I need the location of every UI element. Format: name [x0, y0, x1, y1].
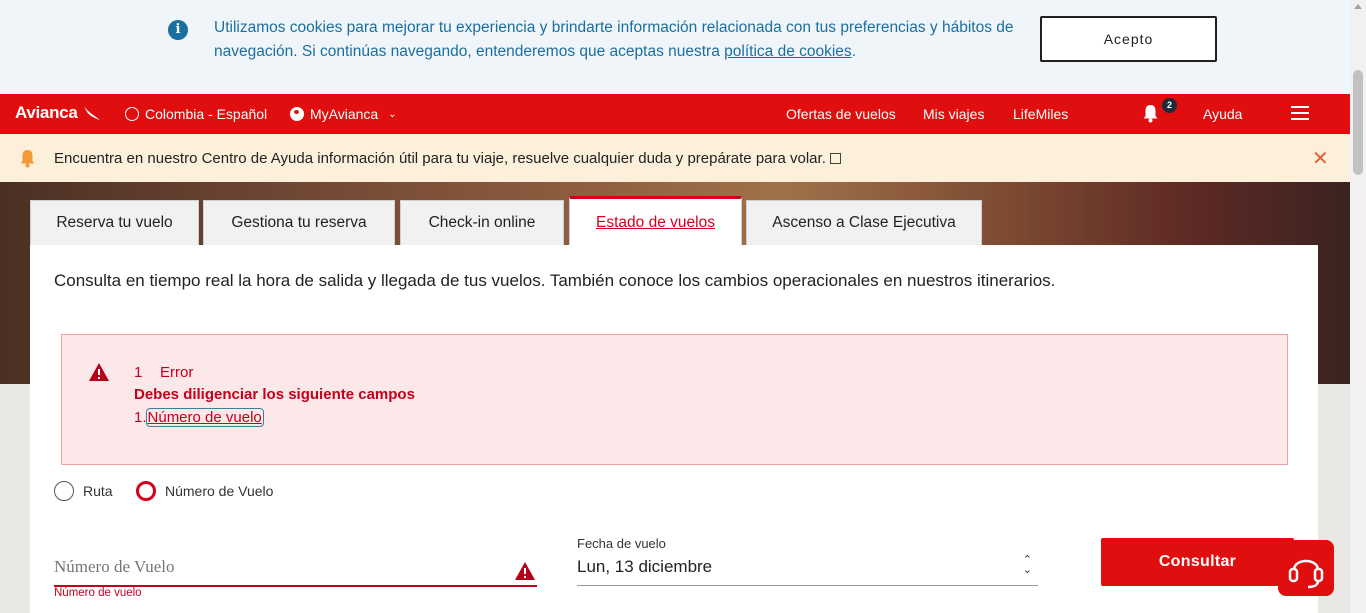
nav-link-lifemiles[interactable]: LifeMiles [1013, 106, 1068, 122]
bell-icon [20, 150, 35, 168]
flight-date-select[interactable]: Lun, 13 diciembre ⌃ ⌄ [577, 554, 1038, 586]
region-label: Colombia - Español [145, 106, 268, 122]
top-nav: Avianca Colombia - Español MyAvianca ⌄ O… [0, 94, 1350, 134]
myavianca-menu[interactable]: MyAvianca ⌄ [290, 106, 397, 122]
tab-checkin[interactable]: Check-in online [400, 200, 564, 245]
error-count: 1 [134, 364, 143, 381]
close-icon[interactable]: ✕ [1312, 146, 1329, 171]
error-item-index: 1. [134, 409, 147, 426]
consultar-button[interactable]: Consultar [1101, 538, 1294, 586]
radio-numero-vuelo-circle[interactable] [136, 481, 156, 501]
radio-ruta-label: Ruta [83, 483, 113, 499]
cookie-message: Utilizamos cookies para mejorar tu exper… [214, 16, 1014, 64]
cookie-banner: i Utilizamos cookies para mejorar tu exp… [0, 0, 1350, 94]
hamburger-menu-icon[interactable] [1291, 106, 1309, 124]
headset-icon [1288, 559, 1324, 589]
region-selector[interactable]: Colombia - Español [125, 106, 267, 122]
radio-ruta[interactable]: Ruta [54, 481, 113, 501]
nav-link-ofertas[interactable]: Ofertas de vuelos [786, 106, 896, 122]
support-chat-button[interactable] [1278, 540, 1334, 596]
tab-reserva[interactable]: Reserva tu vuelo [30, 200, 199, 245]
page-scrollbar[interactable] [1350, 0, 1366, 613]
external-link-icon [829, 153, 841, 164]
cookie-text: Utilizamos cookies para mejorar tu exper… [214, 19, 1014, 60]
tab-estado-vuelos[interactable]: Estado de vuelos [569, 196, 742, 246]
error-title: Error [160, 364, 194, 381]
info-icon: i [168, 20, 188, 40]
notification-bell-icon[interactable] [1142, 104, 1159, 123]
globe-icon [125, 107, 139, 121]
flight-number-field [54, 557, 537, 587]
user-icon [290, 107, 304, 121]
error-item: 1.Número de vuelo [134, 408, 264, 427]
radio-numero-vuelo-label: Número de Vuelo [165, 483, 274, 499]
help-center-message: Encuentra en nuestro Centro de Ayuda inf… [54, 150, 826, 167]
accept-cookies-button[interactable]: Acepto [1040, 16, 1217, 62]
field-warning-icon [515, 562, 535, 580]
error-summary: 1 Error Debes diligenciar los siguiente … [61, 334, 1288, 465]
flight-number-error-text: Número de vuelo [54, 587, 142, 599]
page-description: Consulta en tiempo real la hora de salid… [54, 271, 1056, 290]
error-link-flight-number[interactable]: Número de vuelo [145, 408, 264, 427]
scroll-up-arrow-icon[interactable] [1354, 4, 1362, 9]
nav-link-mis-viajes[interactable]: Mis viajes [923, 106, 984, 122]
radio-ruta-circle[interactable] [54, 481, 74, 501]
flight-date-label: Fecha de vuelo [577, 536, 666, 551]
help-center-banner: Encuentra en nuestro Centro de Ayuda inf… [0, 134, 1350, 182]
error-subtitle: Debes diligenciar los siguiente campos [134, 386, 415, 403]
account-label: MyAvianca [310, 106, 379, 122]
select-spinner-icon: ⌃ ⌄ [1022, 554, 1032, 576]
radio-numero-vuelo[interactable]: Número de Vuelo [136, 481, 273, 501]
cookie-policy-link[interactable]: política de cookies [724, 43, 852, 60]
nav-link-ayuda[interactable]: Ayuda [1203, 106, 1242, 122]
tab-ascenso[interactable]: Ascenso a Clase Ejecutiva [746, 200, 982, 245]
warning-icon [89, 363, 109, 381]
tab-gestiona[interactable]: Gestiona tu reserva [203, 200, 395, 245]
notification-count-badge: 2 [1162, 98, 1177, 113]
cookie-suffix: . [851, 43, 856, 60]
avianca-bird-icon [84, 106, 100, 120]
chevron-down-icon: ⌄ [388, 108, 397, 120]
scrollbar-thumb[interactable] [1353, 70, 1363, 175]
flight-date-value: Lun, 13 diciembre [577, 557, 713, 576]
avianca-logo[interactable]: Avianca [15, 103, 78, 123]
flight-number-input[interactable] [54, 557, 494, 577]
help-center-text[interactable]: Encuentra en nuestro Centro de Ayuda inf… [54, 150, 841, 167]
